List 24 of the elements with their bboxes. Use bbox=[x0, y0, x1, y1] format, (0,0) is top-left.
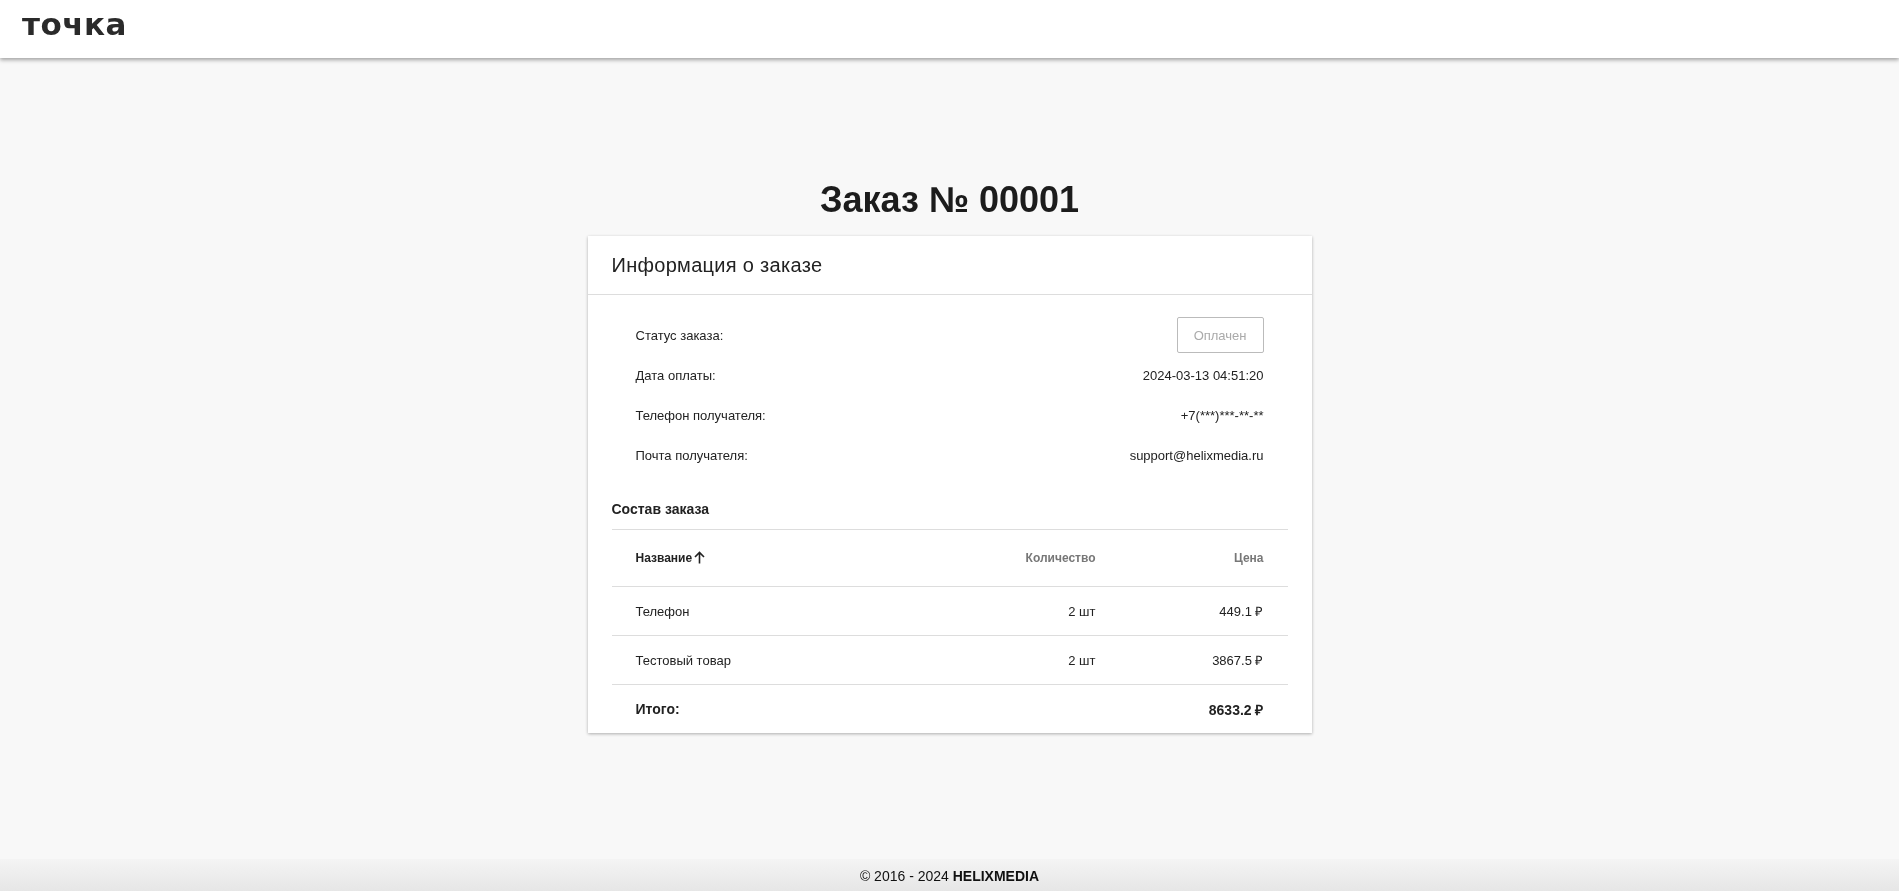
table-cell: 449.1 ₽ bbox=[1219, 604, 1264, 619]
column-header[interactable]: Цена bbox=[1234, 551, 1264, 565]
column-header[interactable]: Количество bbox=[1025, 551, 1096, 565]
table-cell: 2 шт bbox=[1068, 652, 1096, 668]
logo[interactable]: точка bbox=[22, 6, 127, 42]
field-value: 2024-03-13 04:51:20 bbox=[1142, 367, 1264, 383]
field-value: +7(***)***-**-** bbox=[1180, 407, 1264, 423]
table-cell: Телефон bbox=[635, 603, 690, 619]
copyright-text: © 2016 - 2024 HELIXMEDIA bbox=[859, 868, 1040, 884]
field-label: Статус заказа: bbox=[635, 327, 724, 343]
page-title: Заказ № 00001 bbox=[819, 178, 1080, 222]
field-label: Дата оплаты: bbox=[635, 367, 716, 383]
card-title: Информация о заказе bbox=[611, 253, 823, 277]
field-value: support@helixmedia.ru bbox=[1129, 447, 1264, 463]
field-label: Телефон получателя: bbox=[635, 407, 766, 423]
table-cell: 3867.5 ₽ bbox=[1212, 653, 1264, 668]
column-header[interactable]: Название bbox=[635, 551, 693, 565]
table-cell: 2 шт bbox=[1068, 603, 1096, 619]
table-cell: Тестовый товар bbox=[635, 652, 731, 668]
total-label: Итого: bbox=[635, 701, 680, 717]
field-label: Почта получателя: bbox=[635, 447, 748, 463]
total-value: 8633.2 ₽ bbox=[1208, 701, 1264, 718]
arrow-up-icon[interactable] bbox=[694, 551, 706, 564]
section-title: Состав заказа bbox=[611, 501, 710, 519]
